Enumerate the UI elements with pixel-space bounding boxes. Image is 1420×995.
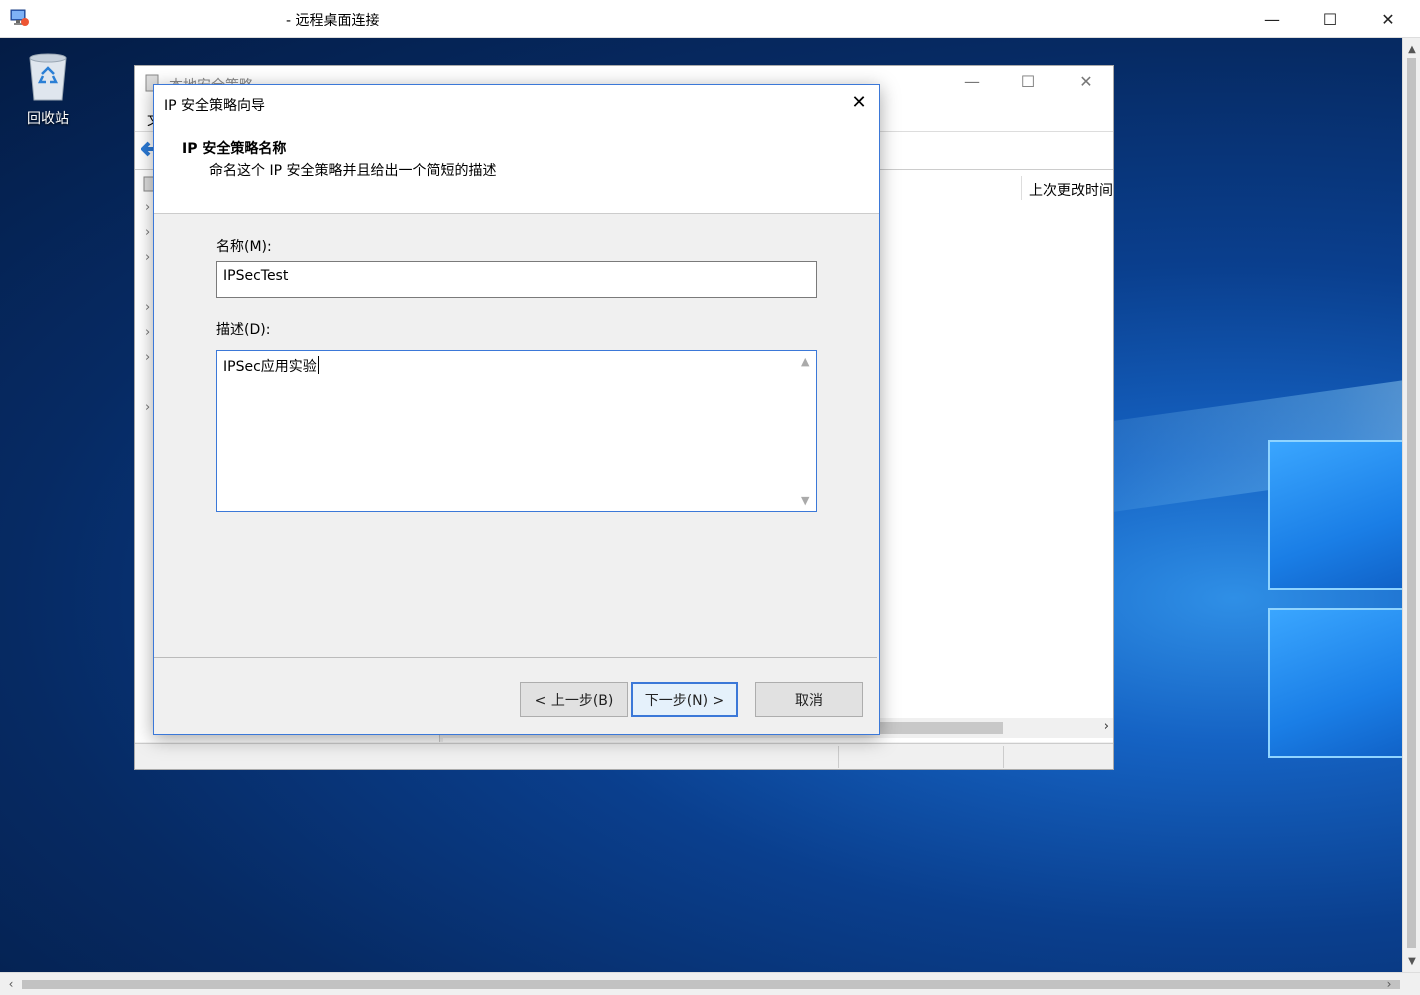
back-button[interactable]: < 上一步(B) xyxy=(520,682,628,717)
wallpaper-logo-pane xyxy=(1268,440,1402,590)
wizard-title: IP 安全策略向导 xyxy=(164,98,266,114)
recycle-bin-icon[interactable] xyxy=(22,48,74,104)
policy-name-input[interactable]: IPSecTest xyxy=(216,261,817,298)
policy-description-textarea[interactable]: IPSec应用实验 ▲ ▼ xyxy=(216,350,817,512)
tree-expand-icon[interactable]: › xyxy=(145,350,150,365)
rdp-vertical-scrollbar[interactable]: ▲ ▼ xyxy=(1402,38,1420,972)
window-title: - 远程桌面连接 xyxy=(286,13,380,29)
wizard-divider xyxy=(154,657,877,658)
scroll-up-icon[interactable]: ▲ xyxy=(801,355,809,368)
status-separator xyxy=(1003,746,1004,768)
ip-security-policy-wizard: IP 安全策略向导 ✕ IP 安全策略名称 命名这个 IP 安全策略并且给出一个… xyxy=(153,84,880,735)
description-text: IPSec应用实验 xyxy=(223,356,319,376)
scrollbar-thumb[interactable] xyxy=(22,980,1400,989)
wizard-close-button[interactable]: ✕ xyxy=(847,91,871,115)
scroll-right-arrow-icon[interactable]: › xyxy=(1380,975,1398,993)
next-button[interactable]: 下一步(N) > xyxy=(631,682,738,717)
tree-expand-icon[interactable]: › xyxy=(145,325,150,340)
scroll-left-arrow-icon[interactable]: ‹ xyxy=(2,975,20,993)
tree-expand-icon[interactable]: › xyxy=(145,400,150,415)
text-caret xyxy=(317,356,319,374)
wizard-header: IP 安全策略名称 命名这个 IP 安全策略并且给出一个简短的描述 xyxy=(154,121,879,214)
scroll-right-arrow-icon[interactable]: › xyxy=(1104,719,1109,734)
tree-expand-icon[interactable]: › xyxy=(145,225,150,240)
description-scrollbar[interactable]: ▲ ▼ xyxy=(796,351,816,511)
minimize-button[interactable]: — xyxy=(1243,0,1301,38)
mmc-close-button[interactable]: ✕ xyxy=(1057,72,1115,98)
mmc-minimize-button[interactable]: — xyxy=(943,72,1001,98)
description-value: IPSec应用实验 xyxy=(223,359,317,375)
tree-expand-icon[interactable]: › xyxy=(145,200,150,215)
column-separator[interactable] xyxy=(1021,176,1022,200)
wallpaper-logo-pane xyxy=(1268,608,1402,758)
wizard-titlebar: IP 安全策略向导 ✕ xyxy=(154,85,879,121)
cancel-button[interactable]: 取消 xyxy=(755,682,863,717)
tree-expand-icon[interactable]: › xyxy=(145,300,150,315)
close-button[interactable]: ✕ xyxy=(1359,0,1417,38)
status-separator xyxy=(838,746,839,768)
rdp-titlebar: - 远程桌面连接 — ☐ ✕ xyxy=(0,0,1420,38)
recycle-bin-label[interactable]: 回收站 xyxy=(16,108,80,128)
wizard-step-subtitle: 命名这个 IP 安全策略并且给出一个简短的描述 xyxy=(209,163,497,179)
scroll-down-arrow-icon[interactable]: ▼ xyxy=(1403,952,1420,970)
column-header-last-modified[interactable]: 上次更改时间 xyxy=(1029,180,1113,200)
scrollbar-thumb[interactable] xyxy=(1407,58,1416,948)
remote-desktop-icon xyxy=(10,9,29,26)
tree-expand-icon[interactable]: › xyxy=(145,250,150,265)
description-label: 描述(D): xyxy=(216,322,271,338)
mmc-statusbar xyxy=(135,743,1113,769)
scroll-up-arrow-icon[interactable]: ▲ xyxy=(1403,40,1420,58)
mmc-maximize-button[interactable]: ☐ xyxy=(999,72,1057,98)
name-label: 名称(M): xyxy=(216,239,272,255)
wizard-step-title: IP 安全策略名称 xyxy=(182,141,287,157)
scroll-down-icon[interactable]: ▼ xyxy=(801,494,809,507)
maximize-button[interactable]: ☐ xyxy=(1301,0,1359,38)
rdp-horizontal-scrollbar[interactable]: ‹ › xyxy=(0,972,1420,995)
